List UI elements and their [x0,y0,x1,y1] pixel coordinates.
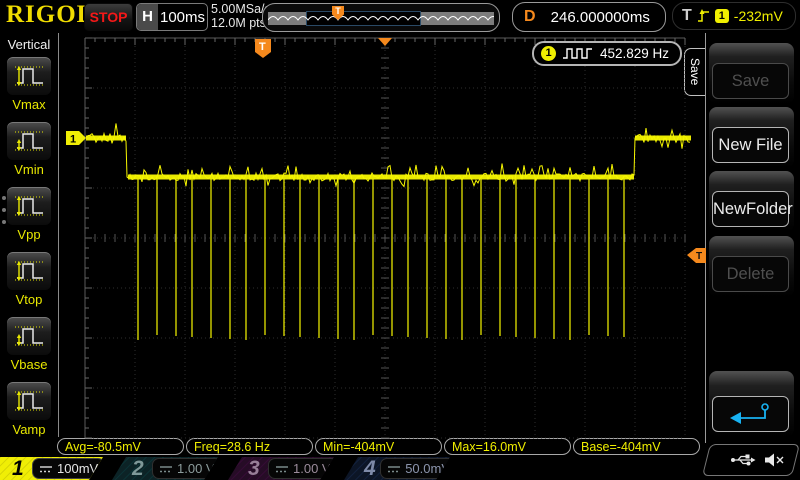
trigger-position-marker: T [255,39,271,58]
oscilloscope-screen: 1TT RIGOL STOP H 100ms 5.00MSa/s 12.0M p… [0,0,800,480]
svg-text:T: T [259,41,266,53]
frequency-counter: 1 452.829 Hz [532,41,682,66]
delay-center-marker [378,38,392,46]
square-wave-icon [562,47,594,60]
freq-value: 452.829 Hz [600,46,669,61]
trigger-level-marker: T [687,248,706,263]
svg-text:1: 1 [70,134,76,146]
channel1-position-marker: 1 [66,131,86,146]
freq-channel-badge: 1 [541,46,556,61]
svg-text:T: T [696,251,702,262]
waveform-display: 1 T T [0,0,800,480]
